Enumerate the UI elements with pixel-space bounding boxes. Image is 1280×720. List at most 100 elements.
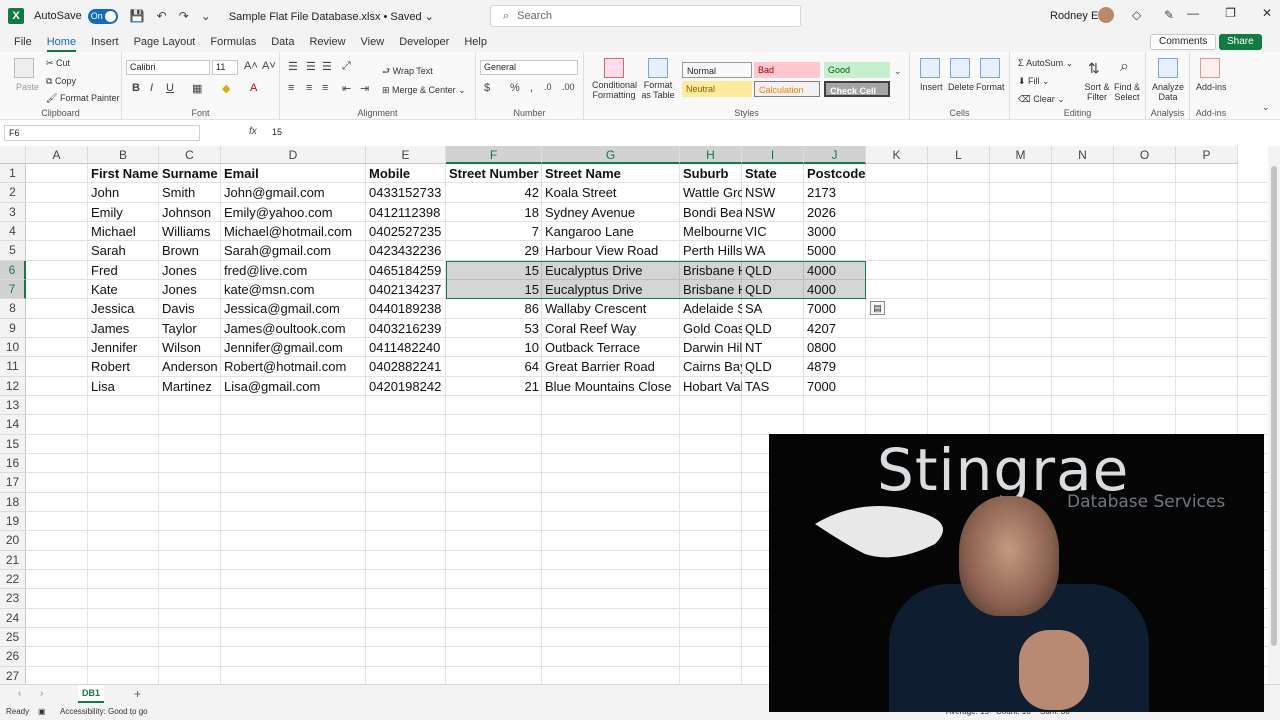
insert-cells-button[interactable]: Insert — [920, 82, 943, 92]
fx-icon[interactable]: fx — [249, 126, 257, 137]
row-header-13[interactable]: 13 — [0, 395, 26, 416]
row-header-7[interactable]: 7 — [0, 279, 26, 300]
merge-center-button[interactable]: ⊞ Merge & Center ⌄ — [382, 85, 466, 96]
format-as-table-icon[interactable] — [648, 58, 668, 78]
style-calculation[interactable]: Calculation — [754, 81, 820, 97]
undo-icon[interactable]: ↶ — [157, 9, 167, 23]
row-header-18[interactable]: 18 — [0, 492, 26, 512]
analyze-data-button[interactable]: Analyze Data — [1150, 82, 1186, 102]
clear-button[interactable]: ⌫ Clear ⌄ — [1018, 94, 1065, 105]
column-header-e[interactable]: E — [366, 146, 446, 164]
save-icon[interactable]: 💾 — [130, 9, 145, 23]
style-neutral[interactable]: Neutral — [682, 81, 752, 97]
format-cells-button[interactable]: Format — [976, 82, 1005, 92]
currency-icon[interactable]: $ — [484, 82, 490, 94]
align-right-icon[interactable]: ≡ — [322, 82, 328, 94]
column-header-c[interactable]: C — [159, 146, 221, 164]
row-header-25[interactable]: 25 — [0, 627, 26, 648]
pen-icon[interactable]: ✎ — [1164, 8, 1174, 22]
comma-icon[interactable]: , — [530, 82, 533, 94]
column-header-b[interactable]: B — [88, 146, 159, 164]
macro-record-icon[interactable]: ▣ — [38, 707, 46, 716]
row-header-24[interactable]: 24 — [0, 608, 26, 628]
tab-home[interactable]: Home — [46, 36, 77, 52]
decrease-font-icon[interactable]: A˅ — [262, 60, 276, 72]
delete-cells-button[interactable]: Delete — [948, 82, 974, 92]
addins-icon[interactable] — [1200, 58, 1220, 78]
insert-cells-icon[interactable] — [920, 58, 940, 78]
style-check-cell[interactable]: Check Cell — [824, 81, 890, 97]
add-sheet-icon[interactable]: + — [134, 687, 141, 701]
comments-button[interactable]: Comments — [1150, 34, 1217, 50]
row-header-20[interactable]: 20 — [0, 531, 26, 551]
format-as-table-button[interactable]: Format as Table — [640, 80, 676, 100]
column-header-h[interactable]: H — [680, 146, 742, 164]
fill-color-icon[interactable]: ◆ — [222, 82, 230, 95]
column-header-p[interactable]: P — [1176, 146, 1238, 164]
format-cells-icon[interactable] — [980, 58, 1000, 78]
row-header-14[interactable]: 14 — [0, 415, 26, 435]
orientation-icon[interactable]: ⤢ — [342, 60, 351, 73]
percent-icon[interactable]: % — [510, 82, 520, 94]
row-header-17[interactable]: 17 — [0, 473, 26, 493]
row-header-3[interactable]: 3 — [0, 202, 26, 222]
fill-button[interactable]: ⬇ Fill ⌄ — [1018, 76, 1050, 87]
row-header-8[interactable]: 8 — [0, 299, 26, 319]
minimize-icon[interactable]: — — [1187, 6, 1199, 20]
column-header-l[interactable]: L — [928, 146, 990, 164]
redo-icon[interactable]: ↷ — [179, 9, 189, 23]
conditional-formatting-icon[interactable] — [604, 58, 624, 78]
column-header-g[interactable]: G — [542, 146, 680, 164]
increase-font-icon[interactable]: A˄ — [244, 60, 258, 72]
column-header-k[interactable]: K — [866, 146, 928, 164]
row-header-11[interactable]: 11 — [0, 357, 26, 377]
column-header-o[interactable]: O — [1114, 146, 1176, 164]
styles-more-icon[interactable]: ⌄ — [894, 66, 902, 77]
paste-label[interactable]: Paste — [16, 82, 39, 92]
number-format-select[interactable]: General — [480, 60, 578, 75]
format-painter-button[interactable]: 🖌 Format Painter — [46, 93, 119, 104]
find-select-button[interactable]: Find & Select — [1112, 82, 1142, 102]
decrease-indent-icon[interactable]: ⇤ — [342, 82, 351, 95]
sort-filter-icon[interactable]: ⇅ — [1088, 60, 1100, 77]
column-header-j[interactable]: J — [804, 146, 866, 164]
tab-data[interactable]: Data — [271, 36, 294, 48]
style-good[interactable]: Good — [824, 62, 890, 78]
row-header-4[interactable]: 4 — [0, 221, 26, 242]
increase-decimal-icon[interactable]: .0 — [544, 82, 552, 92]
cut-button[interactable]: ✂ Cut — [46, 58, 70, 69]
close-icon[interactable]: ✕ — [1262, 6, 1272, 20]
tab-insert[interactable]: Insert — [91, 36, 119, 48]
row-header-6[interactable]: 6 — [0, 260, 26, 280]
analyze-data-icon[interactable] — [1158, 58, 1178, 78]
column-header-d[interactable]: D — [221, 146, 366, 164]
find-select-icon[interactable]: ⌕ — [1120, 58, 1129, 76]
formula-input[interactable]: 15 — [272, 127, 282, 137]
autosum-button[interactable]: Σ AutoSum ⌄ — [1018, 58, 1073, 69]
align-left-icon[interactable]: ≡ — [288, 82, 294, 94]
search-input[interactable]: ⌕ Search — [490, 5, 801, 27]
accessibility-status[interactable]: Accessibility: Good to go — [60, 707, 148, 716]
delete-cells-icon[interactable] — [950, 58, 970, 78]
italic-icon[interactable]: I — [150, 82, 153, 94]
row-header-26[interactable]: 26 — [0, 647, 26, 667]
align-bottom-icon[interactable]: ☰ — [322, 60, 332, 73]
vertical-scrollbar[interactable] — [1268, 146, 1280, 684]
bold-icon[interactable]: B — [132, 82, 140, 94]
sheet-tab-db1[interactable]: DB1 — [78, 685, 104, 703]
column-header-n[interactable]: N — [1052, 146, 1114, 164]
tab-file[interactable]: File — [14, 36, 32, 48]
row-header-19[interactable]: 19 — [0, 511, 26, 532]
tab-help[interactable]: Help — [464, 36, 487, 48]
font-family-select[interactable]: Calibri — [126, 60, 210, 75]
quick-analysis-icon[interactable]: ▤ — [870, 301, 885, 316]
tab-developer[interactable]: Developer — [399, 36, 449, 48]
column-header-i[interactable]: I — [742, 146, 804, 164]
column-header-m[interactable]: M — [990, 146, 1052, 164]
name-box[interactable]: F6 — [4, 125, 200, 141]
select-all-corner[interactable] — [0, 146, 26, 164]
row-header-5[interactable]: 5 — [0, 241, 26, 261]
style-bad[interactable]: Bad — [754, 62, 820, 78]
row-header-27[interactable]: 27 — [0, 666, 26, 684]
row-header-21[interactable]: 21 — [0, 550, 26, 570]
